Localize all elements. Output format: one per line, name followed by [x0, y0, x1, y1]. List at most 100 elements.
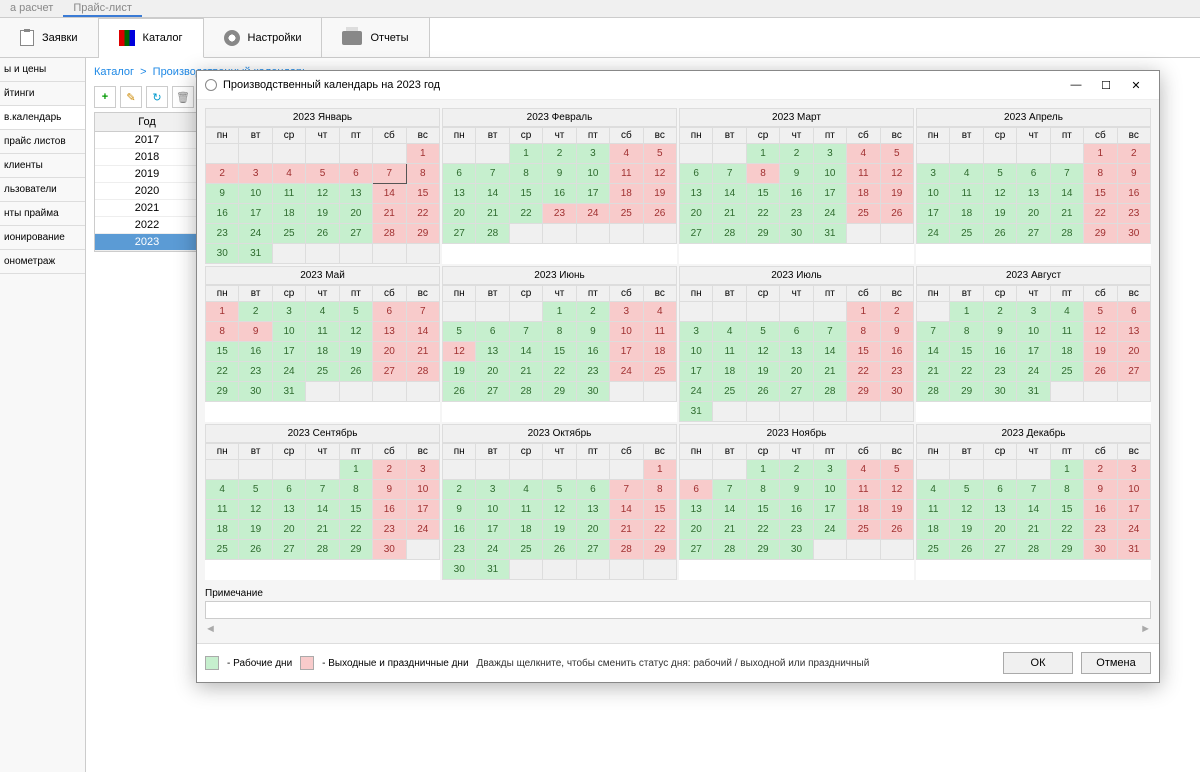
calendar-day[interactable]: 21 — [813, 362, 846, 382]
calendar-day[interactable]: 9 — [373, 480, 406, 500]
calendar-day[interactable]: 25 — [509, 540, 542, 560]
calendar-day[interactable]: 31 — [272, 382, 305, 402]
calendar-day[interactable]: 16 — [543, 184, 576, 204]
calendar-day[interactable]: 28 — [713, 224, 746, 244]
calendar-day[interactable]: 19 — [643, 184, 676, 204]
calendar-day[interactable]: 24 — [610, 362, 643, 382]
sidebar-item[interactable]: ы и цены — [0, 58, 85, 82]
calendar-day[interactable]: 1 — [1084, 144, 1117, 164]
calendar-day[interactable]: 20 — [780, 362, 813, 382]
calendar-day[interactable]: 1 — [339, 460, 372, 480]
calendar-day[interactable]: 30 — [373, 540, 406, 560]
calendar-day[interactable]: 20 — [476, 362, 509, 382]
calendar-day[interactable]: 19 — [1084, 342, 1117, 362]
calendar-day[interactable]: 10 — [917, 184, 950, 204]
calendar-day[interactable]: 16 — [373, 500, 406, 520]
calendar-day[interactable]: 25 — [847, 520, 880, 540]
calendar-day[interactable]: 24 — [813, 520, 846, 540]
calendar-day[interactable]: 15 — [847, 342, 880, 362]
calendar-day[interactable]: 22 — [206, 362, 239, 382]
calendar-day[interactable]: 21 — [610, 520, 643, 540]
calendar-day[interactable]: 2 — [880, 302, 913, 322]
calendar-day[interactable]: 7 — [713, 164, 746, 184]
calendar-day[interactable]: 17 — [813, 500, 846, 520]
calendar-day[interactable]: 26 — [746, 382, 779, 402]
calendar-day[interactable]: 7 — [1050, 164, 1083, 184]
calendar-day[interactable]: 8 — [847, 322, 880, 342]
calendar-day[interactable]: 15 — [950, 342, 983, 362]
tab-reports[interactable]: Отчеты — [322, 18, 429, 57]
calendar-day[interactable]: 7 — [306, 480, 339, 500]
calendar-day[interactable]: 18 — [847, 184, 880, 204]
calendar-day[interactable]: 26 — [443, 382, 476, 402]
calendar-day[interactable]: 9 — [780, 480, 813, 500]
top-tab[interactable]: Прайс-лист — [63, 0, 142, 17]
year-item[interactable]: 2018 — [95, 149, 199, 166]
calendar-day[interactable]: 24 — [917, 224, 950, 244]
calendar-day[interactable]: 8 — [406, 164, 439, 184]
calendar-day[interactable]: 8 — [543, 322, 576, 342]
calendar-day[interactable]: 14 — [610, 500, 643, 520]
calendar-day[interactable]: 13 — [576, 500, 609, 520]
calendar-day[interactable]: 16 — [983, 342, 1016, 362]
calendar-day[interactable]: 7 — [476, 164, 509, 184]
year-item[interactable]: 2022 — [95, 217, 199, 234]
sidebar-item[interactable]: йтинги — [0, 82, 85, 106]
calendar-day[interactable]: 18 — [847, 500, 880, 520]
calendar-day[interactable]: 16 — [1117, 184, 1150, 204]
calendar-day[interactable]: 23 — [443, 540, 476, 560]
calendar-day[interactable]: 11 — [847, 164, 880, 184]
calendar-day[interactable]: 24 — [1017, 362, 1050, 382]
calendar-day[interactable]: 27 — [780, 382, 813, 402]
calendar-day[interactable]: 12 — [880, 164, 913, 184]
calendar-day[interactable]: 5 — [339, 302, 372, 322]
calendar-day[interactable]: 11 — [847, 480, 880, 500]
calendar-day[interactable]: 23 — [206, 224, 239, 244]
calendar-day[interactable]: 21 — [406, 342, 439, 362]
calendar-day[interactable]: 30 — [983, 382, 1016, 402]
calendar-day[interactable]: 16 — [206, 204, 239, 224]
calendar-day[interactable]: 4 — [509, 480, 542, 500]
calendar-day[interactable]: 26 — [1084, 362, 1117, 382]
calendar-day[interactable]: 12 — [239, 500, 272, 520]
calendar-day[interactable]: 8 — [509, 164, 542, 184]
calendar-day[interactable]: 12 — [443, 342, 476, 362]
calendar-day[interactable]: 26 — [880, 520, 913, 540]
year-item[interactable]: 2020 — [95, 183, 199, 200]
calendar-day[interactable]: 18 — [272, 204, 305, 224]
calendar-day[interactable]: 28 — [476, 224, 509, 244]
calendar-day[interactable]: 4 — [847, 460, 880, 480]
calendar-day[interactable]: 26 — [306, 224, 339, 244]
calendar-day[interactable]: 9 — [576, 322, 609, 342]
sidebar-item[interactable]: ионирование — [0, 226, 85, 250]
calendar-day[interactable]: 15 — [509, 184, 542, 204]
calendar-day[interactable]: 17 — [406, 500, 439, 520]
calendar-day[interactable]: 7 — [813, 322, 846, 342]
calendar-day[interactable]: 3 — [813, 144, 846, 164]
calendar-day[interactable]: 16 — [443, 520, 476, 540]
sidebar-item[interactable]: нты прайма — [0, 202, 85, 226]
calendar-day[interactable]: 9 — [1084, 480, 1117, 500]
calendar-day[interactable]: 4 — [272, 164, 305, 184]
calendar-day[interactable]: 1 — [509, 144, 542, 164]
calendar-day[interactable]: 5 — [443, 322, 476, 342]
calendar-day[interactable]: 28 — [713, 540, 746, 560]
calendar-day[interactable]: 9 — [983, 322, 1016, 342]
calendar-day[interactable]: 31 — [813, 224, 846, 244]
note-input[interactable] — [205, 601, 1151, 619]
calendar-day[interactable]: 17 — [1117, 500, 1150, 520]
calendar-day[interactable]: 19 — [950, 520, 983, 540]
calendar-day[interactable]: 6 — [476, 322, 509, 342]
cancel-button[interactable]: Отмена — [1081, 652, 1151, 674]
calendar-day[interactable]: 15 — [643, 500, 676, 520]
calendar-day[interactable]: 10 — [610, 322, 643, 342]
calendar-day[interactable]: 14 — [373, 184, 406, 204]
calendar-day[interactable]: 28 — [306, 540, 339, 560]
calendar-day[interactable]: 24 — [680, 382, 713, 402]
calendar-day[interactable]: 5 — [239, 480, 272, 500]
minimize-button[interactable]: — — [1061, 75, 1091, 95]
tab-settings[interactable]: Настройки — [204, 18, 323, 57]
calendar-day[interactable]: 1 — [1050, 460, 1083, 480]
calendar-day[interactable]: 28 — [813, 382, 846, 402]
calendar-day[interactable]: 25 — [643, 362, 676, 382]
